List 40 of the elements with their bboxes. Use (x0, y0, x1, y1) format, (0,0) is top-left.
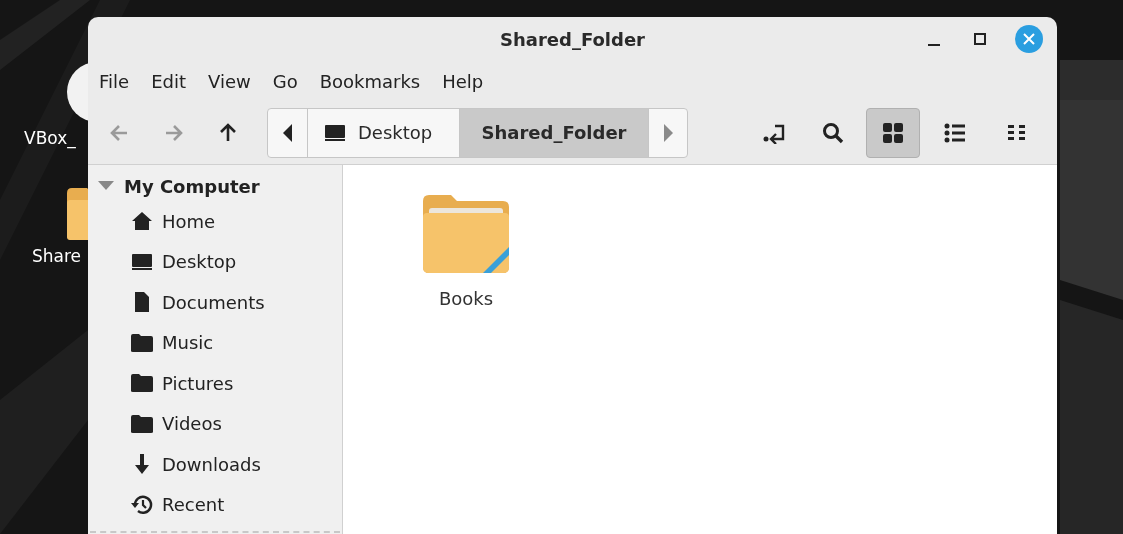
folder-icon (130, 332, 154, 353)
triangle-left-icon (282, 123, 293, 142)
sidebar-item[interactable]: Home (162, 207, 216, 235)
path-button[interactable]: Shared_Folder (460, 108, 649, 157)
monitor-icon (131, 252, 153, 271)
sidebar-item[interactable]: Videos (162, 410, 222, 438)
home-icon (131, 211, 153, 232)
history-icon (130, 493, 154, 516)
expander-icon[interactable] (98, 181, 114, 191)
sidebar-item[interactable]: Recent (162, 491, 225, 519)
menu-item[interactable]: File (99, 67, 130, 95)
sidebar-item[interactable]: Desktop (162, 248, 237, 276)
monitor-icon (324, 123, 346, 142)
grid-icon (882, 121, 904, 144)
menu-item[interactable]: Bookmarks (319, 67, 421, 95)
desktop-icon-label[interactable]: VBox_ (24, 128, 76, 148)
triangle-right-icon (663, 123, 673, 142)
sidebar-item[interactable]: Documents (162, 288, 265, 316)
sidebar-item[interactable]: Downloads (162, 450, 261, 478)
menu-item[interactable]: View (208, 67, 251, 95)
menu-item[interactable]: Go (272, 67, 298, 95)
sidebar-item[interactable]: Music (162, 329, 214, 357)
window-title: Shared_Folder (500, 27, 645, 52)
sidebar-item[interactable]: Pictures (162, 369, 234, 397)
file-name[interactable]: Books (438, 285, 494, 312)
compact-list-icon (1008, 124, 1026, 141)
view-mode-button[interactable] (866, 107, 920, 158)
folder-icon (130, 413, 154, 434)
list-icon (944, 122, 966, 143)
folder-icon (423, 195, 509, 273)
close-button[interactable] (1015, 25, 1043, 53)
desktop-icon-label[interactable]: Share (32, 246, 82, 266)
menu-item[interactable]: Help (442, 67, 484, 95)
document-icon (133, 291, 151, 314)
sidebar-section-title: My Computer (124, 174, 260, 199)
folder-icon (130, 373, 154, 394)
close-icon (1022, 32, 1036, 46)
search-icon (822, 121, 844, 144)
download-icon (132, 453, 152, 476)
menu-item[interactable]: Edit (151, 67, 186, 95)
